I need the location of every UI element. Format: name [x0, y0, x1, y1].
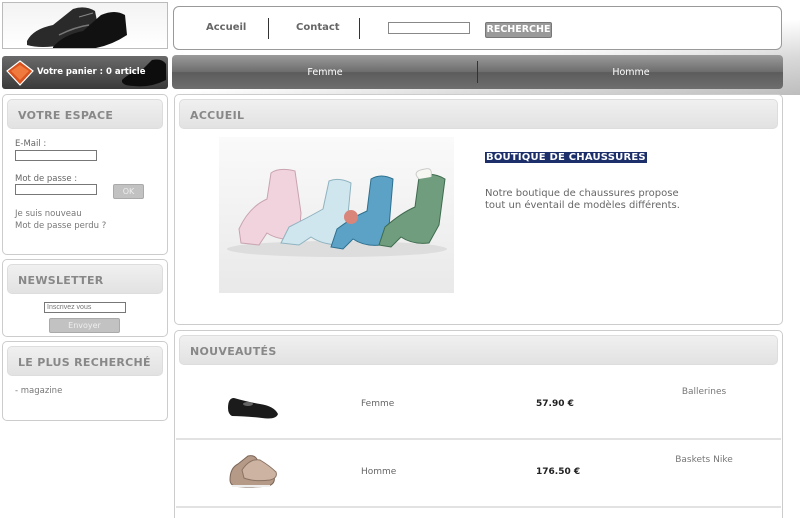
shoes-logo-icon: [27, 7, 127, 48]
divider: [268, 18, 269, 39]
divider: [359, 18, 360, 39]
product-name[interactable]: Ballerines: [644, 387, 764, 397]
hero-shoes-image: [219, 137, 454, 293]
product-name[interactable]: Baskets Nike: [644, 455, 764, 465]
forgot-password-link[interactable]: Mot de passe perdu ?: [15, 221, 106, 231]
nav-homme[interactable]: Homme: [478, 67, 784, 78]
main-nav: Femme Homme: [172, 55, 783, 89]
nav-link-contact[interactable]: Contact: [296, 22, 340, 33]
popular-box: LE PLUS RECHERCHÉ - magazine: [2, 341, 168, 421]
popular-item-magazine[interactable]: - magazine: [15, 386, 62, 396]
shop-title: BOUTIQUE DE CHAUSSURES: [485, 152, 647, 163]
nav-femme[interactable]: Femme: [172, 67, 478, 78]
newsletter-box: NEWSLETTER Envoyer: [2, 259, 168, 337]
sneaker-icon: [229, 455, 277, 488]
news-box-header: NOUVEAUTÉS: [179, 335, 778, 365]
newsletter-input[interactable]: [44, 302, 126, 313]
site-logo[interactable]: [2, 2, 168, 49]
news-title: NOUVEAUTÉS: [190, 345, 277, 358]
product-row[interactable]: Femme 57.90 € Ballerines: [176, 372, 781, 440]
cart-label: Votre panier : 0 article: [37, 67, 146, 77]
home-box-header: ACCUEIL: [179, 99, 778, 129]
shop-description: Notre boutique de chaussures propose tou…: [485, 188, 680, 211]
newsletter-box-header: NEWSLETTER: [7, 264, 163, 294]
email-label: E-Mail :: [15, 139, 47, 149]
product-category: Femme: [361, 399, 395, 409]
top-bar: Accueil Contact RECHERCHE: [173, 6, 782, 50]
account-title: VOTRE ESPACE: [18, 109, 114, 122]
password-label: Mot de passe :: [15, 174, 78, 184]
password-field[interactable]: [15, 184, 97, 195]
popular-title: LE PLUS RECHERCHÉ: [18, 356, 151, 369]
popular-box-header: LE PLUS RECHERCHÉ: [7, 346, 163, 376]
search-button[interactable]: RECHERCHE: [485, 22, 552, 38]
cart-bar[interactable]: Votre panier : 0 article: [2, 56, 168, 89]
row-divider: [176, 506, 781, 508]
product-row[interactable]: Homme 176.50 € Baskets Nike: [176, 440, 781, 508]
email-field[interactable]: [15, 150, 97, 161]
product-category: Homme: [361, 467, 397, 477]
cart-box-icon: [6, 60, 34, 86]
new-user-link[interactable]: Je suis nouveau: [15, 209, 82, 219]
account-box: VOTRE ESPACE E-Mail : Mot de passe : OK …: [2, 94, 168, 255]
nav-link-accueil[interactable]: Accueil: [206, 22, 246, 33]
product-price: 57.90 €: [536, 399, 574, 409]
newsletter-send-button[interactable]: Envoyer: [49, 318, 120, 333]
newsletter-title: NEWSLETTER: [18, 274, 104, 287]
home-title: ACCUEIL: [190, 109, 245, 122]
ballerina-shoe-icon: [228, 398, 278, 419]
account-box-header: VOTRE ESPACE: [7, 99, 163, 129]
product-price: 176.50 €: [536, 467, 581, 477]
search-input[interactable]: [388, 22, 470, 34]
login-ok-button[interactable]: OK: [113, 184, 144, 199]
high-heels-icon: [227, 168, 447, 257]
